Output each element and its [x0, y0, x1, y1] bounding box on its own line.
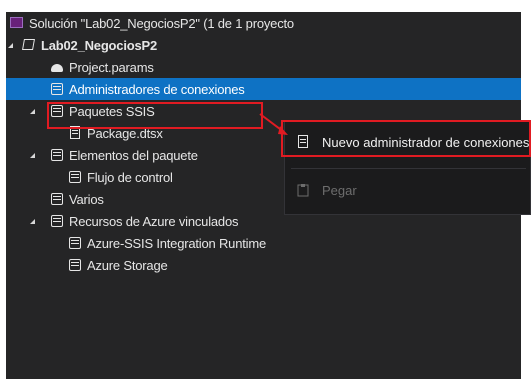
tree-item-linked-azure-resources[interactable]: Recursos de Azure vinculados — [6, 210, 286, 232]
folder-icon — [68, 170, 82, 184]
callout-arrow — [259, 113, 288, 135]
menu-item-paste[interactable]: Pegar — [285, 177, 531, 203]
tree-item-label: Recursos de Azure vinculados — [69, 213, 239, 229]
folder-icon — [50, 82, 64, 96]
params-icon — [50, 60, 64, 74]
highlight-box-menu-item — [281, 120, 531, 157]
tree-item-package-elements[interactable]: Elementos del paquete — [6, 144, 286, 166]
menu-separator — [291, 168, 526, 169]
expanded-arrow-icon[interactable] — [30, 109, 35, 114]
tree-item-project[interactable]: Lab02_NegociosP2 — [6, 34, 286, 56]
folder-icon — [68, 258, 82, 272]
project-icon — [22, 38, 36, 52]
tree-item-label: Project.params — [69, 59, 154, 75]
expanded-arrow-icon[interactable] — [30, 219, 35, 224]
paste-icon — [296, 183, 310, 197]
tree-item-label: Elementos del paquete — [69, 147, 198, 163]
tree-item-label: Azure Storage — [87, 257, 168, 273]
tree-item-label: Azure-SSIS Integration Runtime — [87, 235, 266, 251]
tree-item-label: Solución "Lab02_NegociosP2" (1 de 1 proy… — [29, 15, 294, 31]
tree-item-label: Varios — [69, 191, 104, 207]
tree-item-label: Flujo de control — [87, 169, 173, 185]
tree-item-azure-storage[interactable]: Azure Storage — [68, 254, 348, 276]
menu-item-label: Pegar — [322, 182, 357, 198]
solution-icon — [10, 16, 24, 30]
folder-icon — [50, 192, 64, 206]
tree-item-connection-managers[interactable]: Administradores de conexiones — [6, 78, 521, 100]
tree-item-label: Lab02_NegociosP2 — [41, 37, 158, 53]
folder-icon — [50, 148, 64, 162]
highlight-box-selected-item — [47, 102, 263, 129]
expanded-arrow-icon[interactable] — [8, 43, 13, 48]
tree-item-azure-ssis-ir[interactable]: Azure-SSIS Integration Runtime — [68, 232, 348, 254]
expanded-arrow-icon[interactable] — [30, 153, 35, 158]
tree-item-label: Administradores de conexiones — [69, 81, 245, 97]
folder-icon — [68, 236, 82, 250]
folder-icon — [50, 214, 64, 228]
tree-item-solution[interactable]: Solución "Lab02_NegociosP2" (1 de 1 proy… — [10, 12, 294, 34]
tree-item-project-params[interactable]: Project.params — [50, 56, 330, 78]
